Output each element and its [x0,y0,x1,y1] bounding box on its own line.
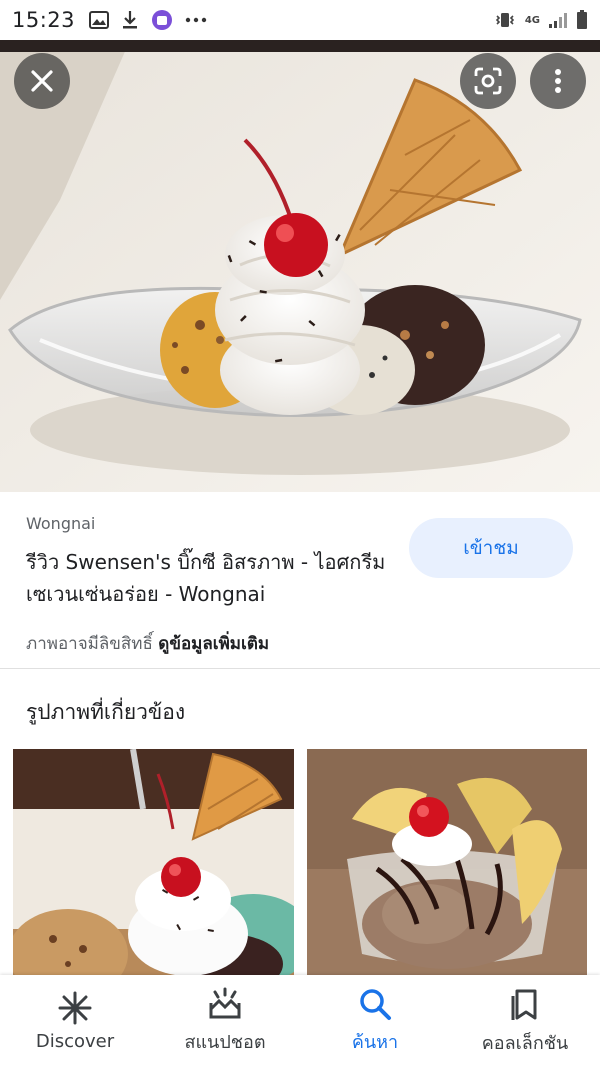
system-icons: 4G [493,0,588,40]
nav-discover-label: Discover [35,1030,115,1052]
related-sundae-photo-1 [13,749,294,977]
status-bar: 15:23 4G [0,0,600,40]
visit-button[interactable]: เข้าชม [409,518,573,578]
close-button[interactable] [14,53,70,109]
related-image-2[interactable] [307,749,587,977]
nav-collections-label: คอลเล็กชัน [481,1032,569,1054]
nav-snapshot[interactable]: สแนปชอต [150,975,300,1067]
network-label: 4G [524,14,540,26]
collections-icon [511,989,537,1020]
copyright-line: ภาพอาจมีลิขสิทธิ์ ดูข้อมูลเพิ่มเติม [26,630,269,657]
nav-search-label: ค้นหา [351,1031,399,1053]
image-icon [89,11,110,29]
nav-snapshot-label: สแนปชอต [184,1031,266,1053]
google-lens-button[interactable] [460,53,516,109]
divider [0,668,600,669]
result-info: Wongnai รีวิว Swensen's บิ๊กซี อิสรภาพ -… [0,492,600,668]
nav-search[interactable]: ค้นหา [300,975,450,1067]
sundae-photo [0,40,600,492]
snapshot-icon [209,987,241,1018]
signal-icon [548,11,568,29]
search-icon [360,988,391,1020]
nav-collections[interactable]: คอลเล็กชัน [450,975,600,1067]
discover-asterisk-icon [58,991,92,1024]
more-options-button[interactable] [530,53,586,109]
nav-discover[interactable]: Discover [0,975,150,1067]
battery-icon [576,10,588,30]
vibrate-icon [493,10,517,30]
hero-image[interactable] [0,40,600,492]
app-badge-icon [151,9,173,31]
copyright-note: ภาพอาจมีลิขสิทธิ์ [26,634,153,654]
result-title[interactable]: รีวิว Swensen's บิ๊กซี อิสรภาพ - ไอศกรีม… [26,546,396,610]
related-images-title: รูปภาพที่เกี่ยวข้อง [26,700,186,724]
bottom-navigation: Discover สแนปชอต ค้นหา คอลเล็กชัน [0,975,600,1067]
more-dots-icon [185,17,207,23]
close-icon [31,70,53,92]
more-vert-icon [555,69,561,93]
google-lens-icon [474,67,502,95]
download-icon [121,10,139,30]
related-image-1[interactable] [13,749,294,977]
related-sundae-photo-2 [307,749,587,977]
more-info-link[interactable]: ดูข้อมูลเพิ่มเติม [158,634,269,654]
status-time: 15:23 [12,8,76,32]
source-site[interactable]: Wongnai [26,514,95,533]
notification-icons [89,9,207,31]
